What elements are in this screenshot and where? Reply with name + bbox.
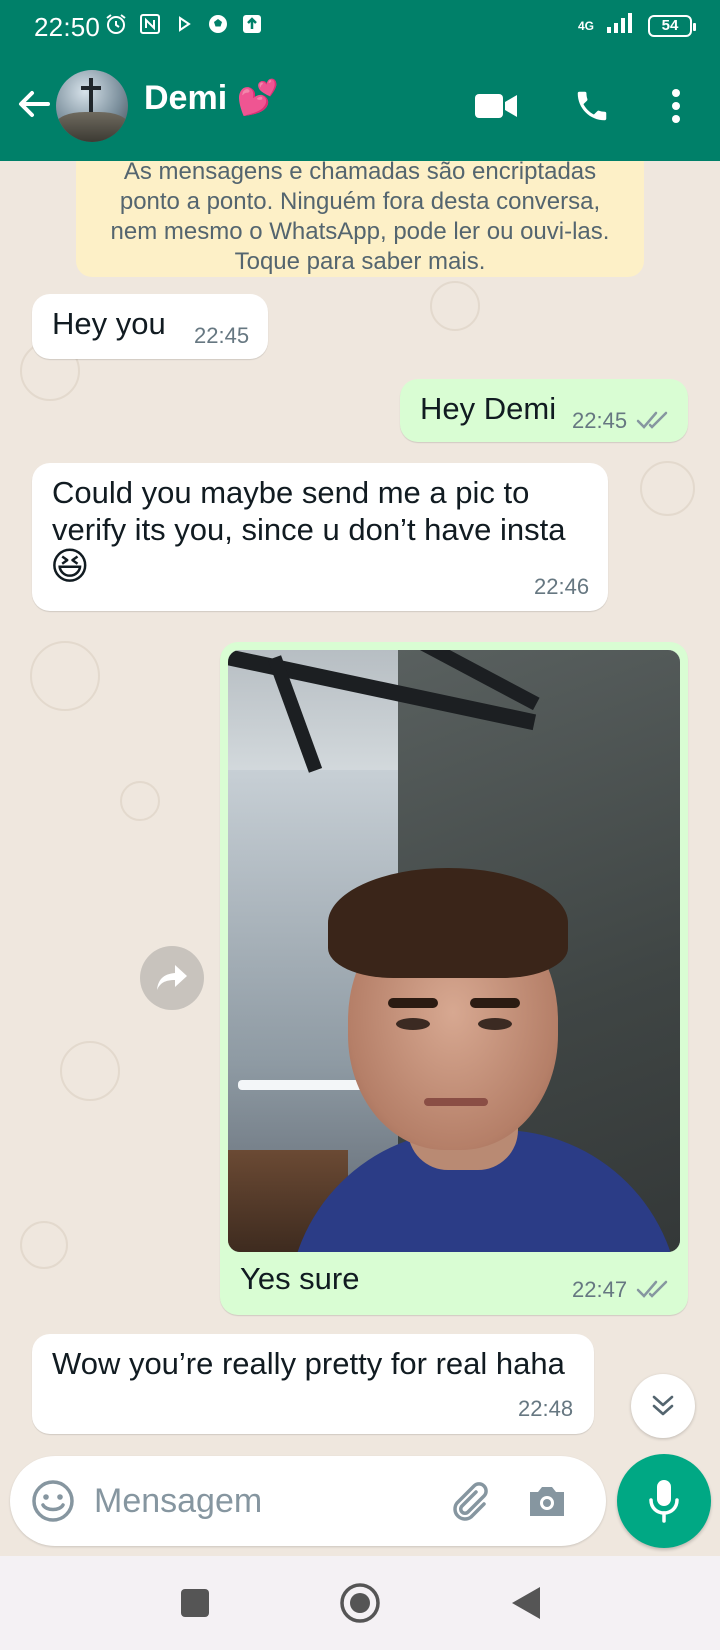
message-time: 22:45	[572, 408, 628, 433]
emoji-icon	[32, 1480, 74, 1522]
read-ticks-icon	[636, 411, 668, 429]
message-input[interactable]	[94, 1476, 414, 1526]
message-time: 22:48	[518, 1396, 574, 1421]
more-options-button[interactable]	[652, 82, 700, 130]
system-nav-bar	[0, 1556, 720, 1650]
message-incoming[interactable]: Could you maybe send me a pic to verify …	[32, 463, 608, 611]
forward-button[interactable]	[140, 946, 204, 1010]
voice-call-button[interactable]	[568, 82, 616, 130]
status-right: 4G 54	[577, 12, 696, 39]
video-call-icon	[475, 94, 517, 118]
more-vert-icon	[672, 89, 680, 123]
contact-avatar[interactable]	[56, 70, 128, 142]
image-caption: Yes sure	[240, 1261, 360, 1296]
message-text: Could you maybe send me a pic to verify …	[52, 475, 566, 547]
nav-square-icon	[181, 1589, 209, 1617]
nav-circle-icon	[340, 1583, 380, 1623]
nav-back-button[interactable]	[500, 1578, 550, 1628]
camera-button[interactable]	[524, 1478, 570, 1524]
camera-icon	[530, 1487, 564, 1516]
encryption-notice[interactable]: As mensagens e chamadas são encriptadas …	[76, 161, 644, 277]
status-bar: 22:50 4G 54	[0, 0, 720, 52]
notification-icons	[104, 12, 264, 36]
upload-icon	[240, 12, 264, 36]
mic-icon	[649, 1480, 679, 1523]
voice-message-button[interactable]	[617, 1454, 711, 1548]
nfc-icon	[138, 12, 162, 36]
message-time: 22:46	[534, 574, 590, 599]
video-call-button[interactable]	[472, 82, 520, 130]
message-text: Wow you’re really pretty for real haha	[52, 1346, 565, 1381]
double-chevron-down-icon	[652, 1395, 674, 1416]
message-outgoing-image[interactable]: Yes sure 22:47	[220, 642, 688, 1315]
message-incoming[interactable]: Wow you’re really pretty for real haha 2…	[32, 1334, 594, 1434]
status-time: 22:50	[34, 12, 101, 42]
message-composer	[10, 1456, 606, 1546]
contact-name[interactable]: Demi 💕	[144, 78, 279, 118]
encryption-notice-text: As mensagens e chamadas são encriptadas …	[110, 161, 610, 275]
signal-icon	[606, 12, 636, 39]
play-icon	[172, 12, 196, 36]
back-arrow-icon	[19, 91, 50, 117]
attach-icon	[453, 1482, 488, 1521]
emoji-button[interactable]	[30, 1478, 76, 1524]
message-time: 22:47	[572, 1277, 628, 1302]
alarm-icon	[104, 12, 128, 36]
nav-triangle-icon	[512, 1587, 540, 1619]
nav-home-button[interactable]	[335, 1578, 385, 1628]
voice-call-icon	[577, 91, 607, 121]
read-ticks-icon	[636, 1280, 668, 1298]
football-icon	[206, 12, 230, 36]
battery-level: 54	[661, 17, 679, 34]
scroll-to-bottom-button[interactable]	[631, 1374, 695, 1438]
back-button[interactable]	[14, 84, 54, 124]
chat-header: Demi 💕	[0, 52, 720, 161]
battery-icon: 54	[648, 14, 696, 37]
forward-icon	[157, 965, 187, 990]
message-emoji: 😆	[50, 546, 90, 588]
message-outgoing[interactable]: Hey Demi 22:45	[400, 379, 688, 442]
nav-recents-button[interactable]	[170, 1578, 220, 1628]
message-text: Hey you	[52, 306, 166, 341]
chat-area[interactable]: As mensagens e chamadas são encriptadas …	[0, 161, 720, 1451]
message-time: 22:45	[194, 323, 250, 348]
network-type: 4G	[577, 18, 594, 33]
message-incoming[interactable]: Hey you 22:45	[32, 294, 268, 359]
attach-button[interactable]	[446, 1478, 492, 1524]
message-text: Hey Demi	[420, 391, 557, 426]
selfie-photo[interactable]	[228, 650, 680, 1252]
